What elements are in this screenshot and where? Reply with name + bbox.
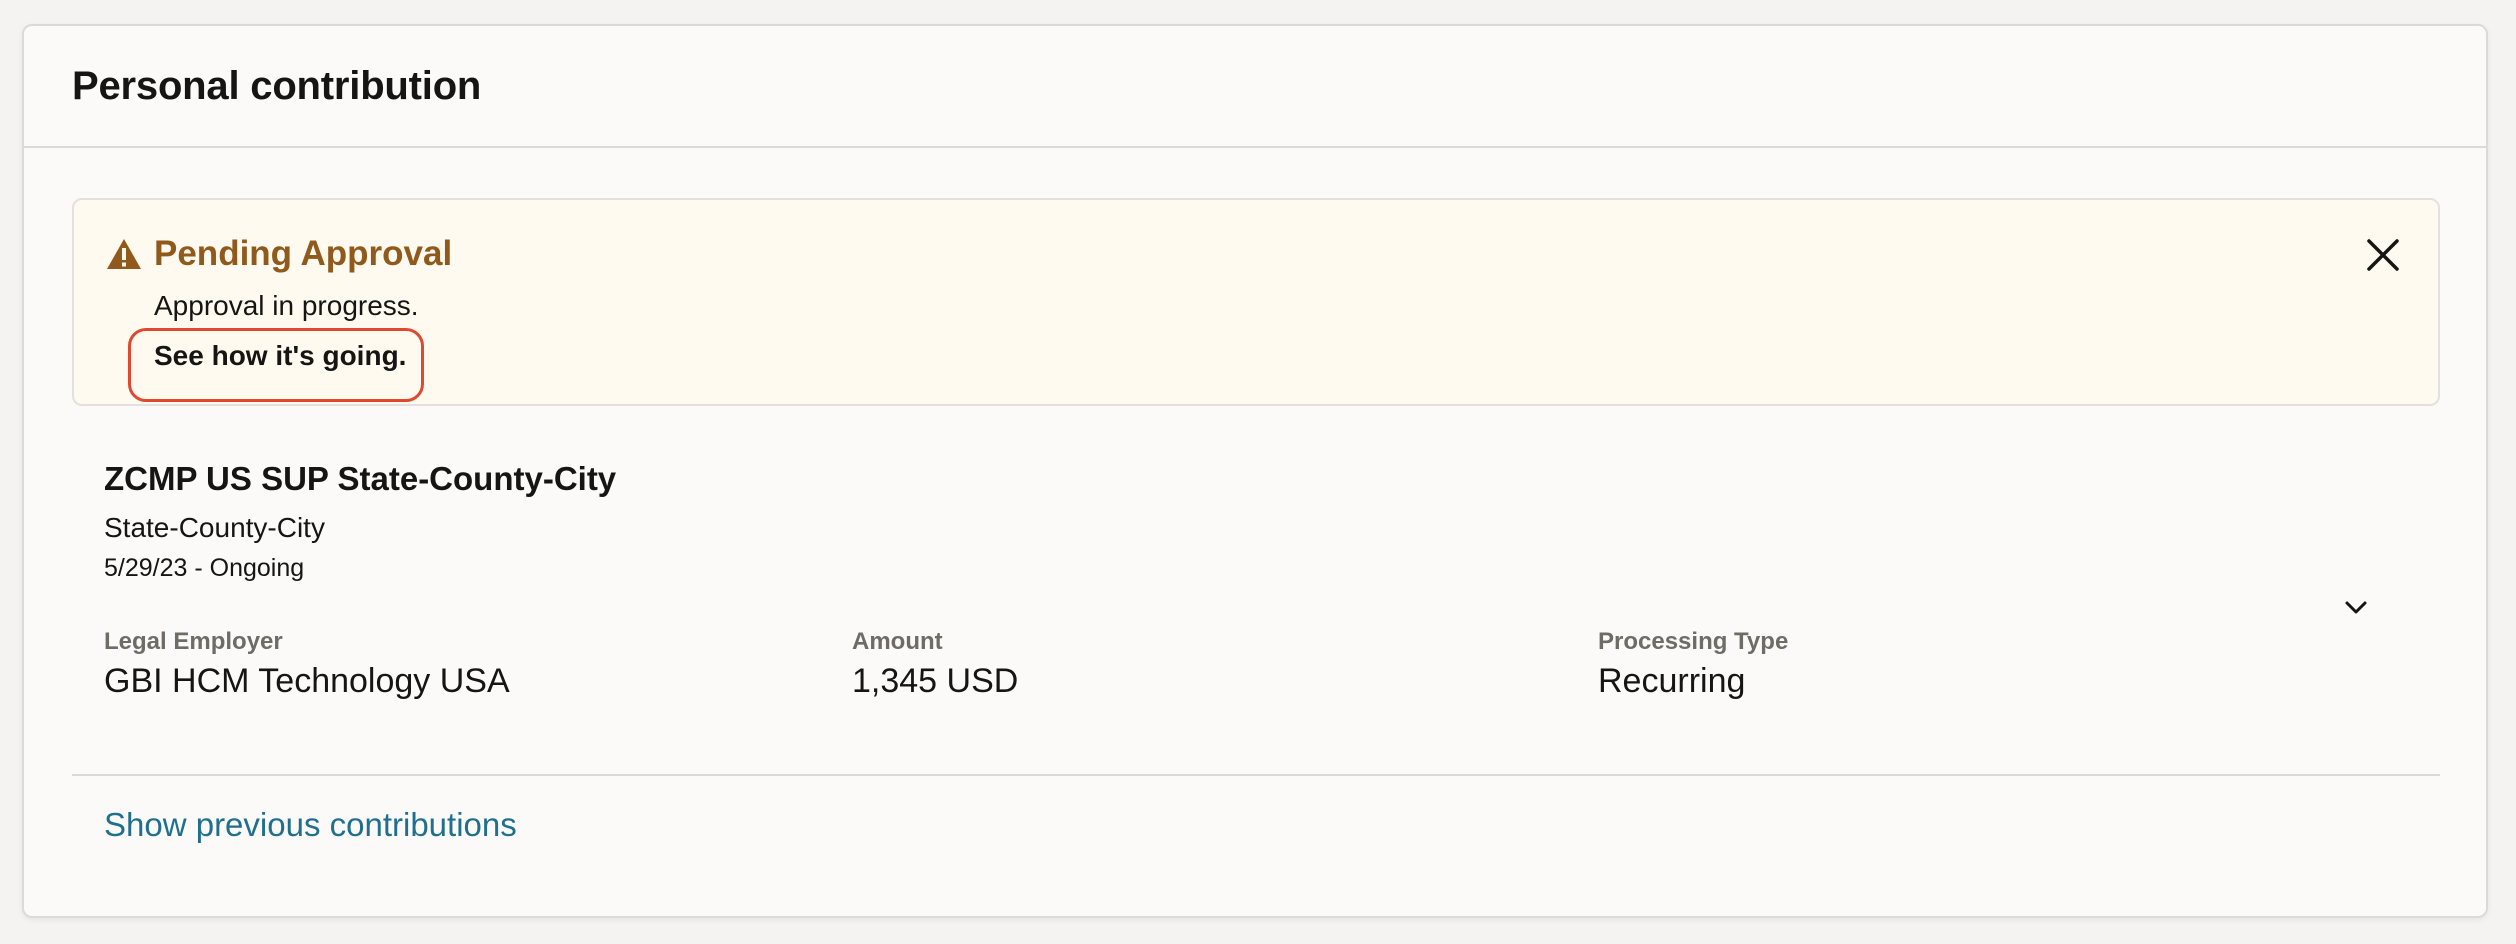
pending-approval-alert: Pending Approval Approval in progress. S… (72, 198, 2440, 406)
see-how-its-going-link[interactable]: See how it's going. (154, 340, 406, 372)
plan-subtitle: State-County-City (104, 512, 325, 543)
amount-field: Amount 1,345 USD (852, 624, 1018, 701)
field-label: Legal Employer (104, 628, 283, 655)
field-value: Recurring (1598, 662, 1746, 700)
card-header: Personal contribution (24, 26, 2486, 148)
plan-name: ZCMP US SUP State-County-City (104, 460, 617, 497)
divider (72, 774, 2440, 776)
close-icon[interactable] (2364, 236, 2402, 274)
plan-dates: 5/29/23 - Ongoing (104, 554, 305, 582)
alert-title: Pending Approval (154, 234, 453, 273)
chevron-down-icon[interactable] (2334, 588, 2378, 628)
show-previous-contributions-link[interactable]: Show previous contributions (104, 806, 517, 844)
card-title: Personal contribution (72, 64, 482, 108)
warning-triangle-icon (107, 239, 141, 269)
field-label: Amount (852, 628, 943, 655)
alert-message: Approval in progress. (154, 290, 419, 321)
field-label: Processing Type (1598, 628, 1789, 655)
personal-contribution-card: Personal contribution Pending Approval A… (22, 24, 2488, 918)
legal-employer-field: Legal Employer GBI HCM Technology USA (104, 624, 510, 701)
field-value: GBI HCM Technology USA (104, 662, 510, 700)
field-value: 1,345 USD (852, 662, 1019, 700)
processing-type-field: Processing Type Recurring (1598, 624, 1788, 701)
